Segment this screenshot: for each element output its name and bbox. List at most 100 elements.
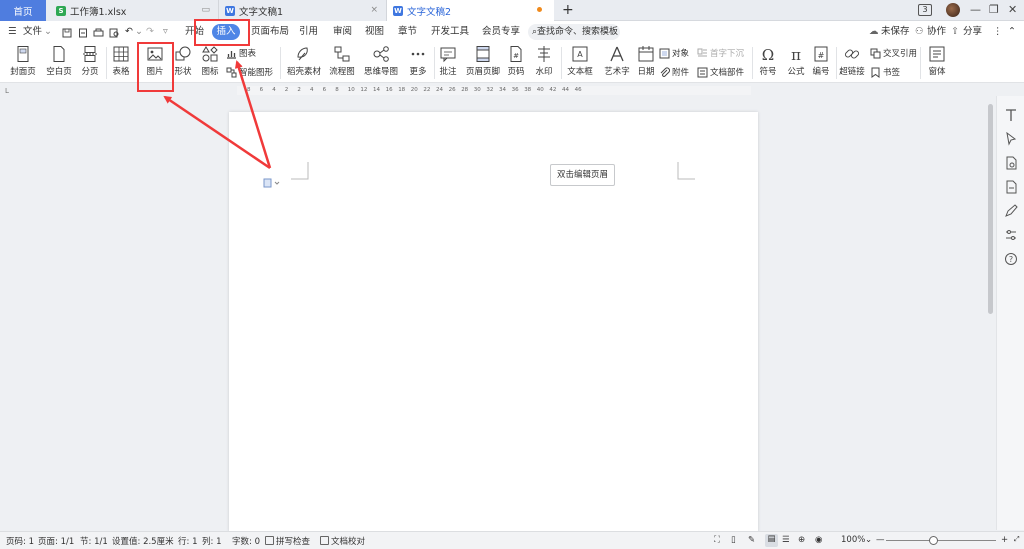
wordart-button[interactable]: 艺术字 (600, 43, 634, 83)
status-section[interactable]: 节: 1/1 (80, 535, 108, 547)
date-button[interactable]: 日期 (635, 43, 657, 83)
blank-page-button[interactable]: 空白页 (42, 43, 76, 83)
textbox-button[interactable]: A 文本框 (563, 43, 597, 83)
more-options-icon[interactable]: ⋮ (993, 25, 1003, 39)
watermark-button[interactable]: 水印 (531, 43, 557, 83)
icon-library-button[interactable]: 图标 (197, 43, 223, 83)
formula-button[interactable]: π 公式 (783, 43, 809, 83)
avatar[interactable] (946, 3, 960, 17)
doc-parts-button[interactable]: 文档部件 (697, 66, 744, 78)
expand-icon[interactable]: ⤢ (1014, 535, 1020, 544)
chevron-down-icon[interactable]: ⌄ (44, 25, 52, 39)
close-icon[interactable]: ✕ (1008, 3, 1017, 16)
zoom-in-icon[interactable]: + (1001, 535, 1008, 545)
crossref-button[interactable]: 交叉引用 (870, 47, 917, 59)
redo-icon[interactable]: ↷ (146, 25, 154, 39)
chart-button[interactable]: 图表 (226, 47, 256, 59)
close-tab-icon[interactable]: × (370, 5, 378, 15)
restore-icon[interactable]: ❐ (989, 3, 999, 16)
sliders-icon[interactable] (1004, 228, 1018, 242)
menu-references[interactable]: 引用 (299, 25, 318, 39)
comment-button[interactable]: 批注 (437, 43, 459, 83)
new-tab-icon[interactable]: + (562, 2, 574, 18)
table-button[interactable]: 表格 (108, 43, 134, 83)
scroll-thumb[interactable] (988, 104, 993, 314)
zoom-dropdown-icon[interactable]: ⌄ (865, 535, 872, 545)
attachment-button[interactable]: 附件 (659, 66, 689, 78)
text-style-icon[interactable] (1004, 108, 1018, 122)
status-page[interactable]: 页码: 1 (6, 535, 34, 547)
quick-access-dropdown-icon[interactable]: ▿ (163, 25, 168, 39)
undo-dropdown-icon[interactable]: ⌄ (135, 25, 143, 39)
flowchart-button[interactable]: 流程图 (326, 43, 358, 83)
eye-protect-icon[interactable]: ◉ (815, 535, 822, 545)
select-cursor-icon[interactable] (1004, 132, 1018, 146)
more-button[interactable]: 更多 (405, 43, 431, 83)
help-icon[interactable]: ? (1004, 252, 1018, 266)
menu-hamburger-icon[interactable]: ☰ (8, 25, 17, 39)
header-footer-button[interactable]: 页眉页脚 (465, 43, 501, 83)
menu-review[interactable]: 审阅 (333, 25, 352, 39)
horizontal-ruler[interactable]: 8 6 4 2 2 4 6 8 10 12 14 16 18 20 22 24 26 28 30 32 34 36 38 40… (237, 86, 751, 95)
print-preview-icon[interactable] (109, 26, 120, 40)
tab-screen-icon[interactable]: ▭ (201, 5, 210, 15)
paste-options-icon[interactable] (263, 178, 281, 188)
zoom-slider-knob[interactable] (929, 536, 938, 545)
doc-settings-icon[interactable] (1004, 156, 1018, 170)
document-page[interactable]: 双击编辑页眉 (229, 112, 758, 532)
proofread-button[interactable]: 文档校对 (320, 535, 365, 547)
write-mode-icon[interactable]: ✎ (748, 535, 755, 545)
print-icon[interactable] (93, 26, 104, 40)
form-button[interactable]: 窗体 (924, 43, 950, 83)
tab-document-2[interactable]: W 文字文稿2 (387, 0, 554, 21)
export-icon[interactable] (78, 26, 88, 40)
minimize-icon[interactable]: — (970, 3, 981, 16)
pen-icon[interactable] (1004, 204, 1018, 218)
menu-member[interactable]: 会员专享 (482, 25, 520, 39)
status-setting[interactable]: 设置值: 2.5厘米 (112, 535, 174, 547)
menu-page-layout[interactable]: 页面布局 (251, 25, 289, 39)
save-icon[interactable] (62, 26, 72, 40)
bookmark-button[interactable]: 书签 (870, 66, 900, 78)
edit-header-button[interactable]: 双击编辑页眉 (550, 164, 615, 186)
zoom-slider[interactable] (886, 540, 996, 541)
status-pages[interactable]: 页面: 1/1 (38, 535, 74, 547)
tab-stop-icon[interactable]: L (5, 87, 9, 95)
page-view-icon[interactable]: ▤ (765, 534, 778, 547)
smart-art-button[interactable]: 智能图形 (226, 66, 273, 78)
collab-button[interactable]: 协作 (927, 25, 946, 39)
read-mode-icon[interactable]: ▯ (731, 535, 736, 545)
zoom-out-icon[interactable]: — (876, 535, 885, 545)
hyperlink-button[interactable]: 超链接 (838, 43, 866, 83)
command-search-input[interactable]: ⌕查找命令、搜索模板 (528, 24, 620, 40)
undo-icon[interactable]: ↶ (125, 25, 133, 39)
symbol-button[interactable]: Ω 符号 (755, 43, 781, 83)
zoom-level[interactable]: 100% (841, 535, 865, 545)
doc-export-icon[interactable] (1004, 180, 1018, 194)
object-button[interactable]: 对象 (659, 47, 689, 59)
tab-home[interactable]: 首页 (0, 0, 46, 21)
status-col[interactable]: 列: 1 (202, 535, 221, 547)
page-break-button[interactable]: 分页 (77, 43, 103, 83)
window-count-badge[interactable]: 3 (918, 4, 932, 16)
dropcap-button[interactable]: 首字下沉 (697, 47, 744, 59)
share-button[interactable]: 分享 (963, 25, 982, 39)
cover-page-button[interactable]: 封面页 (6, 43, 40, 83)
menu-file[interactable]: 文件 (23, 25, 42, 39)
outline-view-icon[interactable]: ☰ (782, 535, 790, 545)
menu-chapter[interactable]: 章节 (398, 25, 417, 39)
collapse-ribbon-icon[interactable]: ⌃ (1008, 25, 1016, 39)
tab-workbook[interactable]: S 工作簿1.xlsx ▭ (46, 0, 219, 21)
status-row[interactable]: 行: 1 (178, 535, 197, 547)
spell-check-toggle[interactable]: 拼写检查 (265, 535, 310, 547)
menu-developer[interactable]: 开发工具 (431, 25, 469, 39)
fullscreen-icon[interactable]: ⛶ (714, 535, 720, 545)
page-number-button[interactable]: # 页码 (503, 43, 529, 83)
vertical-scrollbar[interactable] (986, 96, 995, 530)
docer-material-button[interactable]: 稻壳素材 (285, 43, 323, 83)
numbering-button[interactable]: # 编号 (810, 43, 832, 83)
tab-document-1[interactable]: W 文字文稿1 × (219, 0, 387, 21)
status-words[interactable]: 字数: 0 (232, 535, 260, 547)
mindmap-button[interactable]: 思维导图 (362, 43, 400, 83)
unsaved-status[interactable]: 未保存 (881, 25, 910, 39)
